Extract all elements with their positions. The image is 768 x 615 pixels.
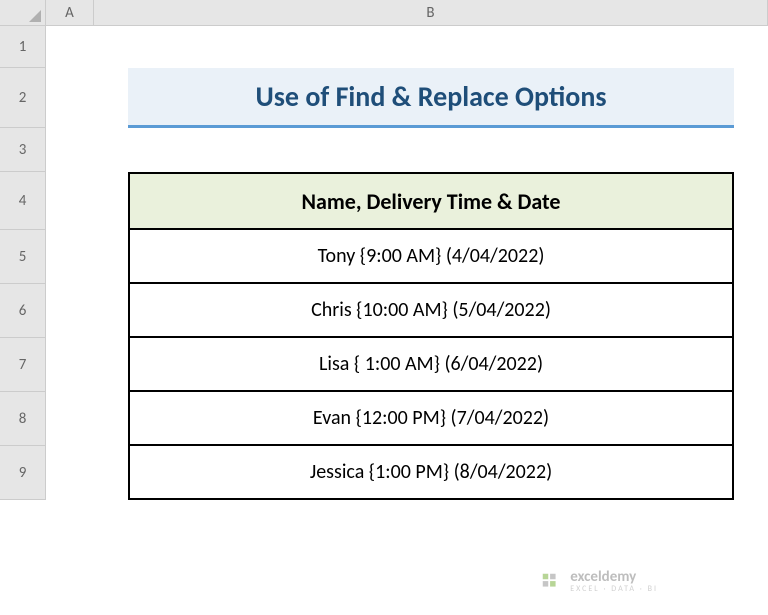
table-row: Tony {9:00 AM} (4/04/2022) <box>318 244 545 268</box>
cell-b2[interactable]: Use of Find & Replace Options <box>94 68 768 128</box>
cell-a2[interactable] <box>46 68 94 128</box>
cell-b5[interactable]: Tony {9:00 AM} (4/04/2022) <box>94 230 768 284</box>
spreadsheet-grid: A B 1 2 3 4 5 6 7 8 9 Use of Find & Repl… <box>0 0 768 615</box>
row-header-7[interactable]: 7 <box>0 338 45 392</box>
cell-a4[interactable] <box>46 172 94 230</box>
logo-icon <box>540 571 562 593</box>
grid-cells: Use of Find & Replace Options Name, Deli… <box>46 26 768 615</box>
watermark: exceldemy EXCEL · DATA · BI <box>540 570 658 593</box>
cell-a1[interactable] <box>46 26 94 68</box>
row-header-1[interactable]: 1 <box>0 26 45 68</box>
table-row: Evan {12:00 PM} (7/04/2022) <box>313 406 549 430</box>
cell-b3[interactable] <box>94 128 768 172</box>
cell-a8[interactable] <box>46 392 94 446</box>
table-row: Chris {10:00 AM} (5/04/2022) <box>311 298 551 322</box>
page-title: Use of Find & Replace Options <box>255 79 606 114</box>
row-headers: 1 2 3 4 5 6 7 8 9 <box>0 26 46 500</box>
cell-a3[interactable] <box>46 128 94 172</box>
select-all-corner[interactable] <box>0 0 46 26</box>
table-row: Lisa { 1:00 AM} (6/04/2022) <box>319 352 543 376</box>
row-header-3[interactable]: 3 <box>0 128 45 172</box>
cell-a7[interactable] <box>46 338 94 392</box>
row-header-5[interactable]: 5 <box>0 230 45 284</box>
watermark-subtitle: EXCEL · DATA · BI <box>570 585 658 593</box>
column-header-b[interactable]: B <box>94 0 768 26</box>
row-header-2[interactable]: 2 <box>0 68 45 128</box>
row-header-9[interactable]: 9 <box>0 446 45 500</box>
cell-b8[interactable]: Evan {12:00 PM} (7/04/2022) <box>94 392 768 446</box>
row-header-6[interactable]: 6 <box>0 284 45 338</box>
cell-a5[interactable] <box>46 230 94 284</box>
cell-b6[interactable]: Chris {10:00 AM} (5/04/2022) <box>94 284 768 338</box>
watermark-brand: exceldemy <box>570 570 658 585</box>
column-headers: A B <box>46 0 768 26</box>
cell-b1[interactable] <box>94 26 768 68</box>
cell-b9[interactable]: Jessica {1:00 PM} (8/04/2022) <box>94 446 768 500</box>
table-row: Jessica {1:00 PM} (8/04/2022) <box>310 460 552 484</box>
cell-a6[interactable] <box>46 284 94 338</box>
row-header-8[interactable]: 8 <box>0 392 45 446</box>
row-header-4[interactable]: 4 <box>0 172 45 230</box>
column-header-a[interactable]: A <box>46 0 94 26</box>
table-header: Name, Delivery Time & Date <box>302 188 561 215</box>
corner-triangle-icon <box>29 10 41 22</box>
cell-b7[interactable]: Lisa { 1:00 AM} (6/04/2022) <box>94 338 768 392</box>
cell-a9[interactable] <box>46 446 94 500</box>
cell-b4[interactable]: Name, Delivery Time & Date <box>94 172 768 230</box>
